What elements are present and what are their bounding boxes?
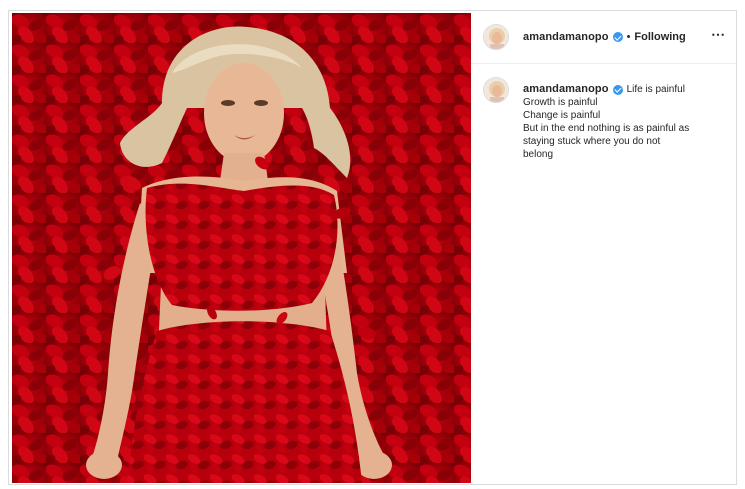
separator-dot: •	[626, 31, 631, 43]
instagram-post: amandamanopo • Following ⋯ amandamanopo	[8, 10, 737, 485]
rose-petal-portrait-image	[12, 13, 471, 483]
caption-text-line: Life is painful	[626, 84, 685, 95]
caption-username-link[interactable]: amandamanopo	[523, 83, 609, 96]
caption-text-line: But in the end nothing is as painful as	[523, 123, 690, 134]
caption: amandamanopo Life is painful Growth is p…	[483, 77, 724, 161]
profile-picture	[484, 25, 508, 49]
header-divider	[471, 63, 736, 64]
verified-badge-icon	[612, 32, 623, 42]
caption-body: amandamanopo Life is painful Growth is p…	[523, 83, 689, 161]
caption-text-line: belong	[523, 149, 554, 160]
caption-profile-picture	[484, 78, 508, 102]
post-photo[interactable]	[12, 13, 471, 483]
post-header: amandamanopo • Following ⋯	[471, 11, 736, 63]
post-sidebar: amandamanopo • Following ⋯ amandamanopo	[471, 11, 736, 484]
caption-first-line: amandamanopo Life is painful	[523, 83, 689, 96]
caption-verified-badge-icon	[612, 84, 623, 95]
caption-text-line: staying stuck where you do not	[523, 136, 661, 147]
avatar[interactable]	[483, 24, 509, 50]
caption-text-line: Growth is painful	[523, 97, 598, 108]
caption-text-line: Change is painful	[523, 110, 601, 121]
following-button[interactable]: Following	[634, 31, 685, 43]
username-link[interactable]: amandamanopo	[523, 31, 609, 43]
more-options-icon[interactable]: ⋯	[711, 27, 726, 41]
caption-avatar[interactable]	[483, 77, 509, 103]
